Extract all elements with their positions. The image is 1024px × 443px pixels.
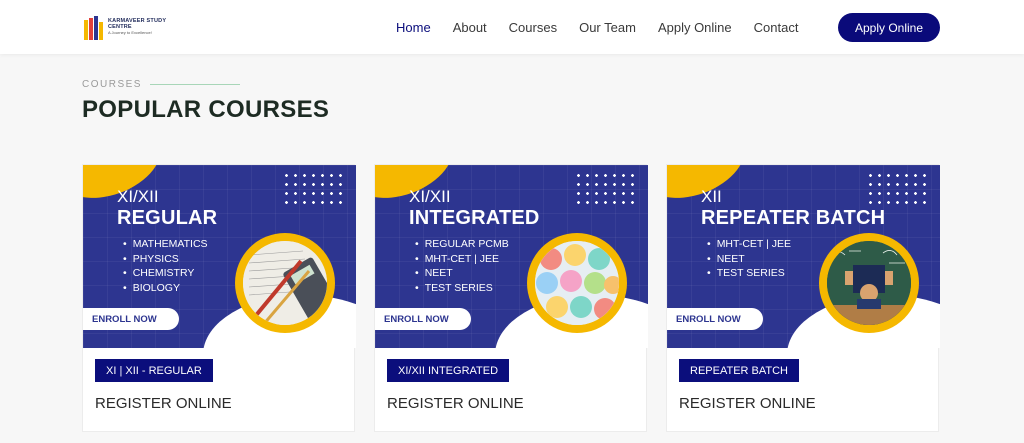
nav-about[interactable]: About xyxy=(453,20,487,35)
course-image-frame xyxy=(235,233,335,333)
course-card-repeater[interactable]: XII REPEATER BATCH MHT-CET | JEE NEET TE… xyxy=(666,164,940,432)
subject-item: MHT-CET | JEE xyxy=(415,252,509,267)
course-image-frame xyxy=(819,233,919,333)
decor-dots xyxy=(866,171,930,209)
course-name: REPEATER BATCH xyxy=(701,207,886,229)
course-banner[interactable]: XI/XII INTEGRATED REGULAR PCMB MHT-CET |… xyxy=(375,165,648,348)
subject-item: TEST SERIES xyxy=(415,281,509,296)
nav-our-team[interactable]: Our Team xyxy=(579,20,636,35)
enroll-now-button[interactable]: ENROLL NOW xyxy=(83,308,179,330)
register-online-link[interactable]: REGISTER ONLINE xyxy=(95,395,232,412)
number-balls-image xyxy=(535,241,619,325)
course-badge[interactable]: XI/XII INTEGRATED xyxy=(387,359,510,382)
logo-books-icon xyxy=(84,14,104,40)
subject-item: MHT-CET | JEE xyxy=(707,237,791,252)
course-name: REGULAR xyxy=(117,207,218,229)
course-grade: XII xyxy=(701,187,722,206)
course-name: INTEGRATED xyxy=(409,207,540,229)
course-badge[interactable]: REPEATER BATCH xyxy=(679,359,799,382)
course-grade: XI/XII xyxy=(409,187,451,206)
subject-list: REGULAR PCMB MHT-CET | JEE NEET TEST SER… xyxy=(415,237,509,295)
brand-tagline: A Journey to Excellence! xyxy=(107,30,152,35)
site-header: KARMAVEER STUDY CENTRE A Journey to Exce… xyxy=(0,0,1024,54)
site-logo[interactable]: KARMAVEER STUDY CENTRE A Journey to Exce… xyxy=(84,13,184,41)
section-divider xyxy=(149,84,240,85)
subject-item: NEET xyxy=(415,266,509,281)
nav-home[interactable]: Home xyxy=(396,20,431,35)
nav-apply-online[interactable]: Apply Online xyxy=(658,20,732,35)
enroll-now-button[interactable]: ENROLL NOW xyxy=(667,308,763,330)
subject-item: CHEMISTRY xyxy=(123,266,208,281)
course-badge[interactable]: XI | XII - REGULAR xyxy=(95,359,213,382)
apply-online-button[interactable]: Apply Online xyxy=(838,13,940,42)
main-nav: Home About Courses Our Team Apply Online… xyxy=(396,0,820,54)
register-online-link[interactable]: REGISTER ONLINE xyxy=(679,395,816,412)
subject-item: MATHEMATICS xyxy=(123,237,208,252)
section-eyebrow: COURSES xyxy=(82,79,240,90)
calculator-pencil-image xyxy=(243,241,327,325)
subject-list: MATHEMATICS PHYSICS CHEMISTRY BIOLOGY xyxy=(123,237,208,295)
course-banner[interactable]: XII REPEATER BATCH MHT-CET | JEE NEET TE… xyxy=(667,165,940,348)
course-card-regular[interactable]: XI/XII REGULAR MATHEMATICS PHYSICS CHEMI… xyxy=(82,164,356,432)
course-grade: XI/XII xyxy=(117,187,159,206)
subject-item: BIOLOGY xyxy=(123,281,208,296)
nav-contact[interactable]: Contact xyxy=(754,20,799,35)
enroll-now-button[interactable]: ENROLL NOW xyxy=(375,308,471,330)
subject-list: MHT-CET | JEE NEET TEST SERIES xyxy=(707,237,791,281)
nav-courses[interactable]: Courses xyxy=(509,20,557,35)
course-card-integrated[interactable]: XI/XII INTEGRATED REGULAR PCMB MHT-CET |… xyxy=(374,164,648,432)
subject-item: NEET xyxy=(707,252,791,267)
brand-name: KARMAVEER STUDY CENTRE xyxy=(107,18,167,30)
course-image-frame xyxy=(527,233,627,333)
decor-dots xyxy=(282,171,346,209)
section-title: POPULAR COURSES xyxy=(82,96,330,123)
section-label: COURSES xyxy=(82,79,142,90)
subject-item: PHYSICS xyxy=(123,252,208,267)
register-online-link[interactable]: REGISTER ONLINE xyxy=(387,395,524,412)
student-chalkboard-image xyxy=(827,241,911,325)
course-banner[interactable]: XI/XII REGULAR MATHEMATICS PHYSICS CHEMI… xyxy=(83,165,356,348)
decor-dots xyxy=(574,171,638,209)
subject-item: TEST SERIES xyxy=(707,266,791,281)
subject-item: REGULAR PCMB xyxy=(415,237,509,252)
